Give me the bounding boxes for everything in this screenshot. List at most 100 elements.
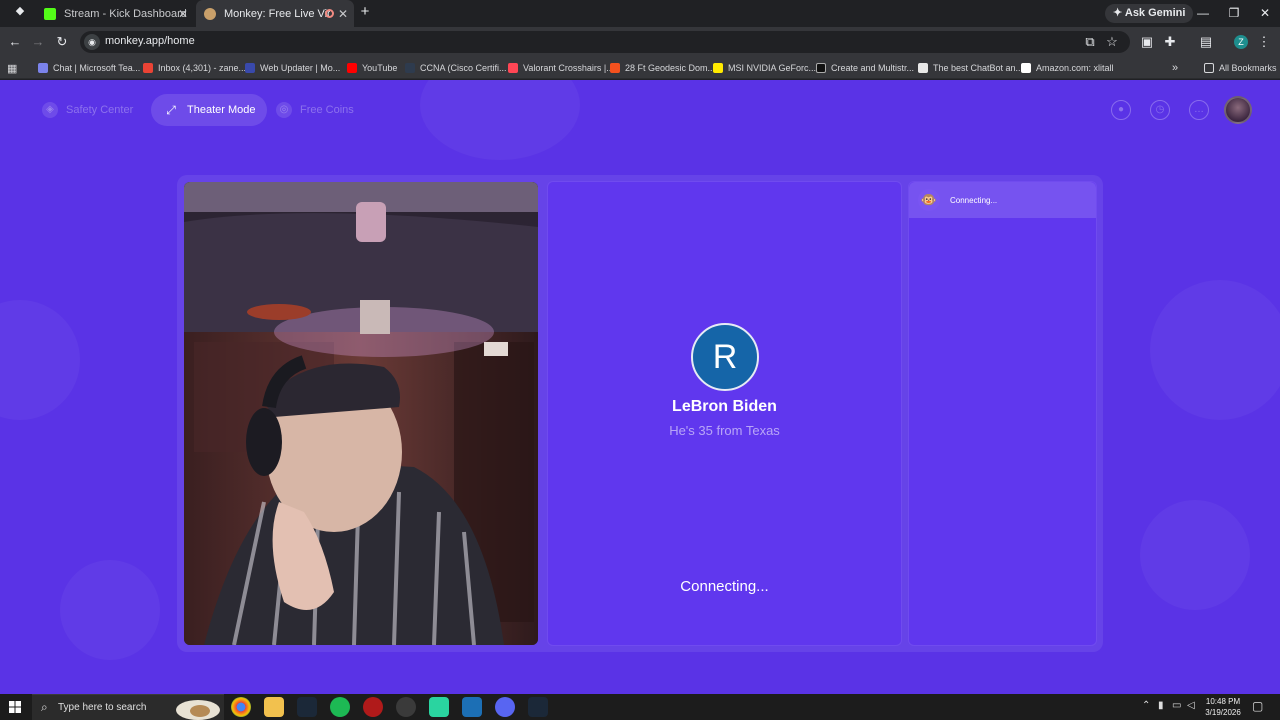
partner-avatar: R	[691, 323, 759, 391]
chat-status-label: Connecting...	[950, 195, 998, 205]
site-info-icon[interactable]: ◉	[84, 34, 100, 50]
file-explorer-icon[interactable]	[264, 697, 284, 717]
search-placeholder: Type here to search	[58, 702, 147, 713]
bookmark-item[interactable]: 28 Ft Geodesic Dom...	[610, 57, 715, 79]
chrome-taskbar-icon[interactable]	[231, 697, 251, 717]
bookmark-item[interactable]: YouTube	[347, 57, 397, 79]
ask-gemini-label: Ask Gemini	[1124, 7, 1186, 19]
bookmark-label: 28 Ft Geodesic Dom...	[625, 63, 716, 73]
network-icon[interactable]: ▭	[1172, 700, 1181, 711]
bookmark-label: MSI NVIDIA GeForc...	[728, 63, 817, 73]
discord-icon[interactable]	[495, 697, 515, 717]
all-bookmarks-label: All Bookmarks	[1219, 63, 1277, 73]
forward-icon[interactable]: →	[26, 27, 50, 57]
safety-center-label: Safety Center	[66, 104, 134, 116]
coins-icon: ◎	[276, 102, 292, 118]
clock-date: 3/19/2026	[1205, 708, 1241, 717]
ask-gemini-button[interactable]: ✦ Ask Gemini	[1105, 4, 1194, 23]
windows-start-icon[interactable]	[9, 701, 21, 713]
user-avatar[interactable]	[1224, 96, 1252, 124]
new-tab-icon[interactable]: +	[353, 0, 377, 25]
bookmarks-bar: ▦ Chat | Microsoft Tea... Inbox (4,301) …	[0, 57, 1280, 79]
tab-search-icon[interactable]: ◆	[8, 0, 32, 25]
minimize-icon[interactable]: —	[1188, 0, 1218, 27]
connection-status: Connecting...	[680, 578, 769, 595]
close-tab-icon[interactable]: ✕	[338, 7, 348, 21]
bookmark-label: The best ChatBot an...	[933, 63, 1024, 73]
bookmark-label: Valorant Crosshairs |...	[523, 63, 614, 73]
windows-taskbar: ⌕ Type here to search ⌃ ▮ ▭ ◁ 10:48 PM 3…	[0, 694, 1280, 720]
close-window-icon[interactable]: ✕	[1250, 0, 1280, 27]
notifications-icon[interactable]: ▢	[1252, 699, 1263, 713]
browser-tab-strip: ◆ Stream - Kick Dashboard ✕ Monkey: Free…	[0, 0, 1280, 27]
more-bookmarks-icon[interactable]: »	[1172, 57, 1178, 79]
microphone-icon[interactable]: ▮	[1158, 700, 1164, 711]
app-icon[interactable]	[462, 697, 482, 717]
restore-icon[interactable]: ❐	[1219, 0, 1249, 27]
apps-grid-icon[interactable]: ▦	[7, 57, 17, 79]
taskbar-search[interactable]: ⌕ Type here to search	[32, 694, 224, 720]
safety-center-button[interactable]: ◈ Safety Center	[30, 94, 145, 126]
search-icon: ⌕	[41, 700, 48, 714]
bookmark-star-icon[interactable]: ☆	[1100, 27, 1124, 57]
partner-name: LeBron Biden	[672, 398, 777, 415]
address-bar[interactable]: ◉ monkey.app/home	[80, 31, 1130, 53]
taskbar-clock[interactable]: 10:48 PM 3/19/2026	[1200, 696, 1246, 718]
partner-panel: R LeBron Biden He's 35 from Texas Connec…	[547, 181, 902, 646]
tray-chevron-icon[interactable]: ⌃	[1142, 700, 1150, 711]
free-coins-label: Free Coins	[300, 104, 354, 116]
install-app-icon[interactable]: ⧉	[1078, 27, 1102, 57]
tab-monkey[interactable]: Monkey: Free Live Video Ch ✕	[196, 0, 354, 27]
steam-icon[interactable]	[528, 697, 548, 717]
chat-bubble-icon[interactable]: …	[1189, 100, 1209, 120]
bookmark-label: Create and Multistr...	[831, 63, 915, 73]
friends-icon[interactable]: ●	[1111, 100, 1131, 120]
background-decoration	[60, 560, 160, 660]
search-highlight-image	[176, 700, 220, 720]
monkey-favicon-icon	[204, 7, 216, 20]
valorant-icon[interactable]	[363, 697, 383, 717]
recording-icon	[325, 9, 334, 18]
all-bookmarks-folder[interactable]: All Bookmarks	[1204, 57, 1277, 79]
theater-mode-button[interactable]: ⤢ Theater Mode	[151, 94, 268, 126]
bookmark-label: Chat | Microsoft Tea...	[53, 63, 141, 73]
bookmark-item[interactable]: Create and Multistr...	[816, 57, 914, 79]
side-panel-icon[interactable]: ▤	[1194, 27, 1218, 57]
bookmark-item[interactable]: CCNA (Cisco Certifi...	[405, 57, 507, 79]
chat-panel: 🐵 Connecting...	[908, 181, 1097, 646]
bookmark-item[interactable]: The best ChatBot an...	[918, 57, 1023, 79]
steam-icon[interactable]	[297, 697, 317, 717]
bookmark-item[interactable]: Valorant Crosshairs |...	[508, 57, 614, 79]
bookmark-label: Web Updater | Mo...	[260, 63, 341, 73]
self-webcam-video	[184, 182, 538, 645]
bookmark-item[interactable]: Web Updater | Mo...	[245, 57, 340, 79]
menu-kebab-icon[interactable]: ⋮	[1252, 27, 1276, 57]
background-decoration	[420, 80, 580, 160]
obs-icon[interactable]	[396, 697, 416, 717]
bookmark-item[interactable]: Amazon.com: xlitall	[1021, 57, 1114, 79]
clock-time: 10:48 PM	[1205, 697, 1241, 706]
history-clock-icon[interactable]: ◷	[1150, 100, 1170, 120]
extensions-puzzle-icon[interactable]: ✚	[1158, 27, 1182, 57]
profile-avatar[interactable]: Z	[1234, 35, 1248, 49]
close-tab-icon[interactable]: ✕	[178, 7, 188, 21]
reload-icon[interactable]: ↻	[50, 27, 74, 57]
webcam-feed-image	[184, 182, 538, 645]
bookmark-item[interactable]: Chat | Microsoft Tea...	[38, 57, 140, 79]
free-coins-button[interactable]: ◎ Free Coins	[264, 94, 366, 126]
url-text: monkey.app/home	[105, 35, 195, 47]
background-decoration	[1140, 500, 1250, 610]
theater-mode-label: Theater Mode	[187, 104, 256, 116]
partner-info: He's 35 from Texas	[669, 423, 780, 438]
browser-toolbar: ← → ↻ ◉ monkey.app/home ⧉ ☆ ▣ ✚ ▤ ⋮	[0, 27, 1280, 57]
expand-icon: ⤢	[166, 103, 176, 117]
extension-icon[interactable]: ▣	[1135, 27, 1159, 57]
back-icon[interactable]: ←	[3, 27, 27, 57]
volume-icon[interactable]: ◁	[1187, 700, 1195, 711]
app-icon[interactable]	[429, 697, 449, 717]
kick-icon	[44, 7, 56, 20]
tab-kick-dashboard[interactable]: Stream - Kick Dashboard ✕	[36, 0, 194, 27]
bookmark-item[interactable]: Inbox (4,301) - zane...	[143, 57, 246, 79]
spotify-icon[interactable]	[330, 697, 350, 717]
bookmark-item[interactable]: MSI NVIDIA GeForc...	[713, 57, 816, 79]
